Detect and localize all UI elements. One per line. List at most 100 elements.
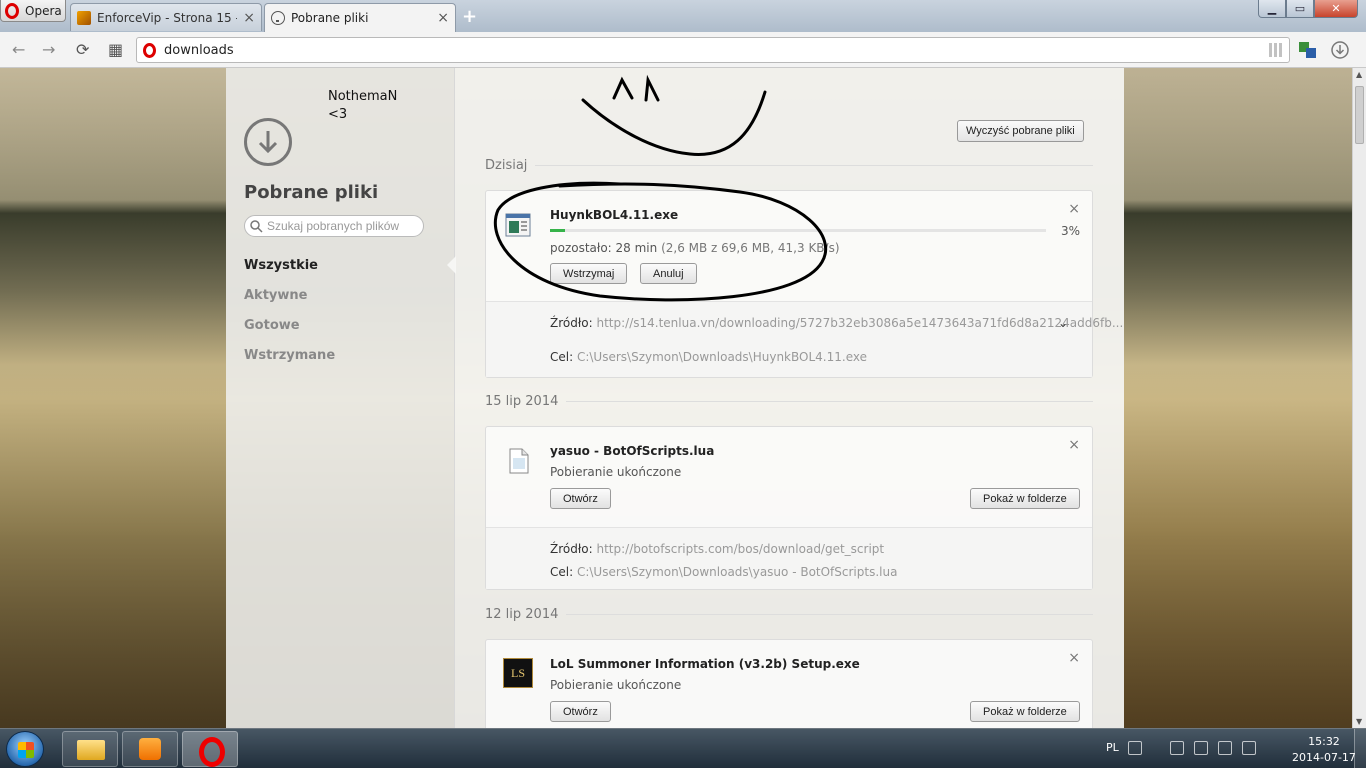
forward-button[interactable]: →	[42, 40, 55, 59]
taskbar-explorer-icon[interactable]	[62, 731, 118, 767]
sidebar-note: NothemaN <3	[328, 88, 397, 124]
signal-bars-icon[interactable]	[1218, 741, 1232, 755]
opera-logo-icon	[5, 2, 19, 19]
download-item-lol-summoner: LS LoL Summoner Information (v3.2b) Setu…	[485, 639, 1093, 728]
desktop-wallpaper-left	[0, 68, 226, 728]
target-path[interactable]: C:\Users\Szymon\Downloads\HuynkBOL4.11.e…	[577, 350, 867, 364]
device-icon[interactable]	[1194, 741, 1208, 755]
page-title: Pobrane pliki	[244, 182, 379, 203]
show-in-folder-button[interactable]: Pokaż w folderze	[970, 488, 1080, 509]
network-status-icon[interactable]	[1170, 741, 1184, 755]
page-grid-icon[interactable]	[1269, 43, 1283, 57]
vertical-scrollbar[interactable]: ▲ ▼	[1352, 68, 1366, 728]
taskbar-media-player-icon[interactable]	[122, 731, 178, 767]
sidebar-filter-nav: Wszystkie Aktywne Gotowe Wstrzymane	[244, 256, 335, 376]
tab-title: EnforceVip - Strona 15 - Le	[97, 10, 237, 25]
download-status: Pobieranie ukończone	[550, 465, 682, 479]
new-tab-button[interactable]: +	[462, 6, 477, 27]
maximize-button[interactable]: ▭	[1286, 0, 1314, 18]
date-label: 12 lip 2014	[485, 607, 559, 622]
tray-expand-icon[interactable]	[1152, 741, 1160, 755]
date-heading-15-jul: 15 lip 2014	[485, 394, 1093, 409]
system-clock[interactable]: 15:32 2014-07-17	[1292, 734, 1356, 766]
target-label: Cel:	[550, 350, 574, 364]
start-button[interactable]	[6, 731, 44, 767]
source-label: Źródło:	[550, 316, 593, 330]
download-item-yasuo: yasuo - BotOfScripts.lua × Pobieranie uk…	[485, 426, 1093, 590]
speed-dial-button[interactable]: ▦	[108, 40, 123, 59]
download-item-details: Źródło: http://s14.tenlua.vn/downloading…	[486, 301, 1123, 377]
taskbar-opera-icon[interactable]	[182, 731, 238, 767]
remove-item-icon[interactable]: ×	[1068, 201, 1080, 217]
lol-summoner-app-icon: LS	[503, 658, 533, 688]
remove-item-icon[interactable]: ×	[1068, 437, 1080, 453]
sidebar-item-paused[interactable]: Wstrzymane	[244, 346, 335, 376]
downloads-toolbar-icon[interactable]	[1330, 40, 1350, 60]
file-name: yasuo - BotOfScripts.lua	[550, 444, 715, 458]
desktop-wallpaper-right	[1124, 68, 1352, 728]
time-remaining: pozostało: 28 min	[550, 241, 658, 255]
browser-toolbar: ← → ⟳ ▦ downloads	[0, 32, 1366, 68]
pause-button[interactable]: Wstrzymaj	[550, 263, 628, 284]
target-label: Cel:	[550, 565, 574, 579]
target-path[interactable]: C:\Users\Szymon\Downloads\yasuo - BotOfS…	[577, 565, 897, 579]
clear-downloads-button[interactable]: Wyczyść pobrane pliki	[957, 120, 1084, 142]
show-desktop-button[interactable]	[1354, 729, 1366, 768]
opera-menu-label: Opera	[25, 3, 62, 18]
translate-extension-icon[interactable]	[1298, 40, 1318, 60]
sidebar-item-active[interactable]: Aktywne	[244, 286, 335, 316]
cancel-button[interactable]: Anuluj	[640, 263, 697, 284]
source-row: Źródło: http://botofscripts.com/bos/down…	[550, 542, 884, 556]
downloads-main: Wyczyść pobrane pliki Dzisiaj HuynkBOL4.…	[455, 68, 1124, 728]
transfer-details: (2,6 MB z 69,6 MB, 41,3 KB/s)	[661, 241, 840, 255]
tab-downloads[interactable]: Pobrane pliki ×	[264, 3, 456, 32]
sidebar-item-all[interactable]: Wszystkie	[244, 256, 335, 286]
sidebar-item-done[interactable]: Gotowe	[244, 316, 335, 346]
target-row: Cel: C:\Users\Szymon\Downloads\HuynkBOL4…	[550, 350, 867, 364]
scroll-up-icon[interactable]: ▲	[1356, 70, 1362, 79]
minimize-button[interactable]: ▁	[1258, 0, 1286, 18]
search-input[interactable]	[267, 219, 417, 233]
tab-close-icon[interactable]: ×	[437, 10, 449, 26]
close-window-button[interactable]: ✕	[1314, 0, 1358, 18]
scroll-thumb[interactable]	[1355, 86, 1364, 144]
download-circle-icon	[244, 118, 292, 166]
tab-enforcevip[interactable]: EnforceVip - Strona 15 - Le ×	[70, 3, 262, 31]
date-label: Dzisiaj	[485, 158, 528, 173]
downloads-sidebar: NothemaN <3 Pobrane pliki Wszystkie Akty…	[226, 68, 456, 728]
divider	[535, 165, 1093, 166]
download-item-main: LS LoL Summoner Information (v3.2b) Setu…	[486, 640, 1092, 728]
tab-close-icon[interactable]: ×	[243, 10, 255, 26]
remove-item-icon[interactable]: ×	[1068, 650, 1080, 666]
note-line-2: <3	[328, 107, 348, 122]
source-url[interactable]: http://s14.tenlua.vn/downloading/5727b32…	[596, 316, 1123, 330]
source-url[interactable]: http://botofscripts.com/bos/download/get…	[596, 542, 884, 556]
opera-menu-button[interactable]: Opera	[0, 0, 66, 22]
search-box	[244, 215, 424, 237]
keyboard-icon[interactable]	[1128, 741, 1142, 755]
scroll-down-icon[interactable]: ▼	[1356, 717, 1362, 726]
divider	[566, 614, 1093, 615]
address-bar[interactable]: downloads	[136, 37, 1290, 63]
open-file-button[interactable]: Otwórz	[550, 701, 611, 722]
download-status: pozostało: 28 min (2,6 MB z 69,6 MB, 41,…	[550, 241, 840, 255]
back-button[interactable]: ←	[12, 40, 25, 59]
download-item-main: HuynkBOL4.11.exe × 3% pozostało: 28 min …	[486, 191, 1092, 301]
date-label: 15 lip 2014	[485, 394, 559, 409]
reload-button[interactable]: ⟳	[76, 40, 89, 59]
chevron-down-icon[interactable]: ⌄	[1058, 316, 1068, 330]
download-status: Pobieranie ukończone	[550, 678, 682, 692]
tab-title: Pobrane pliki	[291, 11, 369, 25]
date-heading-12-jul: 12 lip 2014	[485, 607, 1093, 622]
source-label: Źródło:	[550, 542, 593, 556]
show-in-folder-button[interactable]: Pokaż w folderze	[970, 701, 1080, 722]
volume-icon[interactable]	[1242, 741, 1256, 755]
download-item-main: yasuo - BotOfScripts.lua × Pobieranie uk…	[486, 427, 1092, 527]
download-item-details: Źródło: http://botofscripts.com/bos/down…	[486, 527, 1092, 589]
language-indicator[interactable]: PL	[1106, 741, 1119, 754]
source-row: Źródło: http://s14.tenlua.vn/downloading…	[550, 316, 1123, 330]
text-file-icon	[509, 448, 529, 474]
search-icon	[250, 220, 263, 233]
open-file-button[interactable]: Otwórz	[550, 488, 611, 509]
address-text: downloads	[164, 42, 234, 58]
